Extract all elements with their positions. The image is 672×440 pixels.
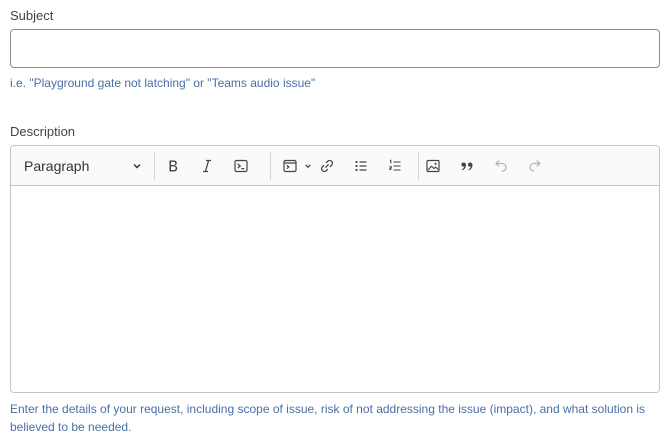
heading-dropdown-value: Paragraph — [24, 157, 90, 174]
description-content-area[interactable] — [11, 186, 659, 392]
description-label: Description — [10, 124, 76, 139]
bold-icon — [165, 158, 181, 174]
italic-button[interactable] — [193, 153, 221, 179]
undo-icon — [493, 158, 509, 174]
code-icon — [233, 158, 249, 174]
code-button[interactable] — [227, 153, 255, 179]
description-help-text: Enter the details of your request, inclu… — [10, 402, 646, 434]
image-icon — [425, 158, 441, 174]
numbered-list-button[interactable] — [381, 153, 409, 179]
subject-input[interactable] — [10, 29, 660, 68]
editor-toolbar: Paragraph — [11, 146, 659, 186]
blockquote-button[interactable] — [453, 153, 481, 179]
subject-help-text: i.e. "Playground gate not latching" or "… — [10, 76, 316, 90]
bulleted-list-button[interactable] — [347, 153, 375, 179]
code-block-icon — [282, 158, 298, 174]
link-button[interactable] — [313, 153, 341, 179]
chevron-down-icon — [304, 162, 312, 170]
numbered-list-icon — [387, 158, 403, 174]
blockquote-icon — [459, 158, 475, 174]
description-editor: Paragraph — [10, 145, 660, 393]
redo-icon — [527, 158, 543, 174]
subject-label: Subject — [10, 8, 54, 23]
image-button[interactable] — [419, 153, 447, 179]
chevron-down-icon — [132, 158, 142, 174]
bulleted-list-icon — [353, 158, 369, 174]
undo-button[interactable] — [487, 153, 515, 179]
toolbar-separator — [270, 152, 271, 180]
link-icon — [319, 158, 335, 174]
redo-button[interactable] — [521, 153, 549, 179]
heading-dropdown[interactable]: Paragraph — [11, 146, 154, 185]
italic-icon — [199, 158, 215, 174]
toolbar-separator — [154, 152, 155, 180]
bold-button[interactable] — [159, 153, 187, 179]
